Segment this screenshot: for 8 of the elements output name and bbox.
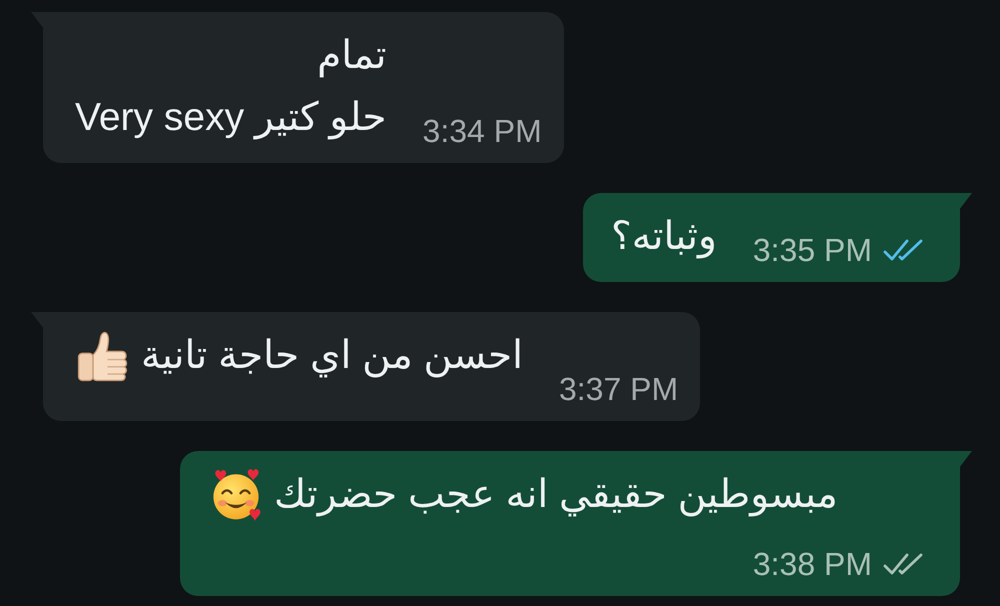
message-time: 3:34 PM <box>422 113 542 149</box>
message-time: 3:35 PM <box>752 232 872 268</box>
message-text: مبسوطين حقيقي انه عجب حضرتك <box>274 472 838 518</box>
message-time: 3:37 PM <box>558 371 678 407</box>
message-time: 3:38 PM <box>752 546 872 582</box>
message-text: تمام حلو كتير Very sexy <box>75 33 387 142</box>
message-text: احسن من اي حاجة تانية <box>141 333 523 380</box>
message-text: وثباته؟ <box>611 214 717 260</box>
